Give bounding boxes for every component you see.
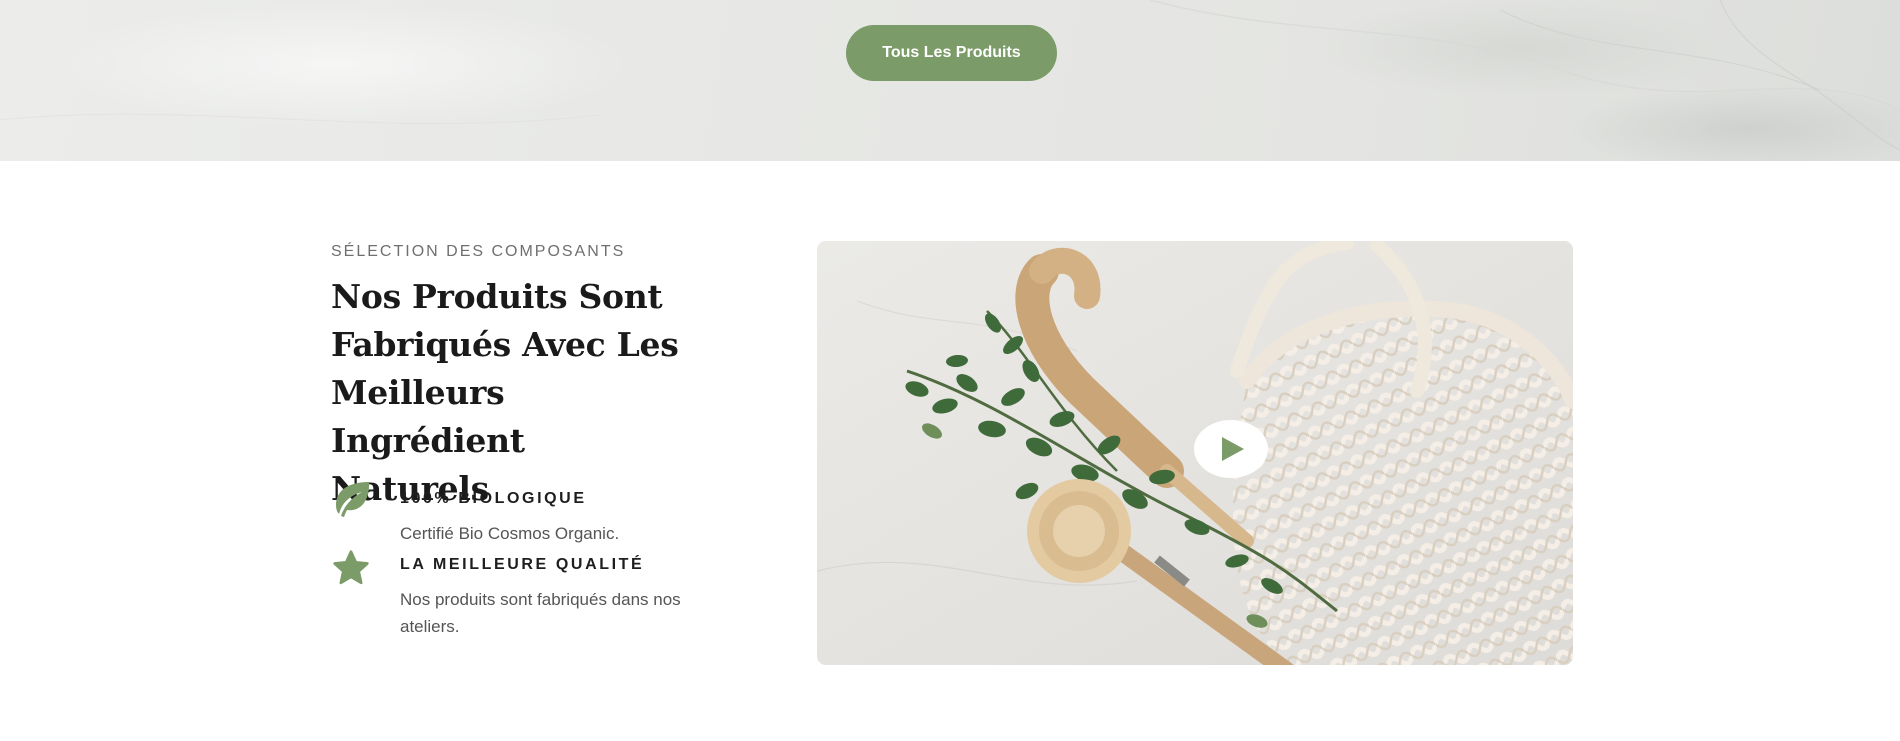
star-icon [333,550,369,585]
feature-title-quality: LA MEILLEURE QUALITÉ [400,556,645,573]
section-eyebrow: SÉLECTION DES COMPOSANTS [331,243,626,260]
play-icon [1222,437,1244,461]
feature-text-quality: Nos produits sont fabriqués dans nos ate… [400,590,681,636]
leaf-icon [336,482,370,517]
section-heading: Nos Produits Sont Fabriqués Avec Les Mei… [331,277,679,508]
top-banner: Tous Les Produits [0,0,1900,161]
feature-text-organic: Certifié Bio Cosmos Organic. [400,524,620,543]
feature-title-organic: 100% BIOLOGIQUE [400,490,587,507]
all-products-button[interactable]: Tous Les Produits [846,25,1057,81]
play-button[interactable] [1194,420,1268,478]
